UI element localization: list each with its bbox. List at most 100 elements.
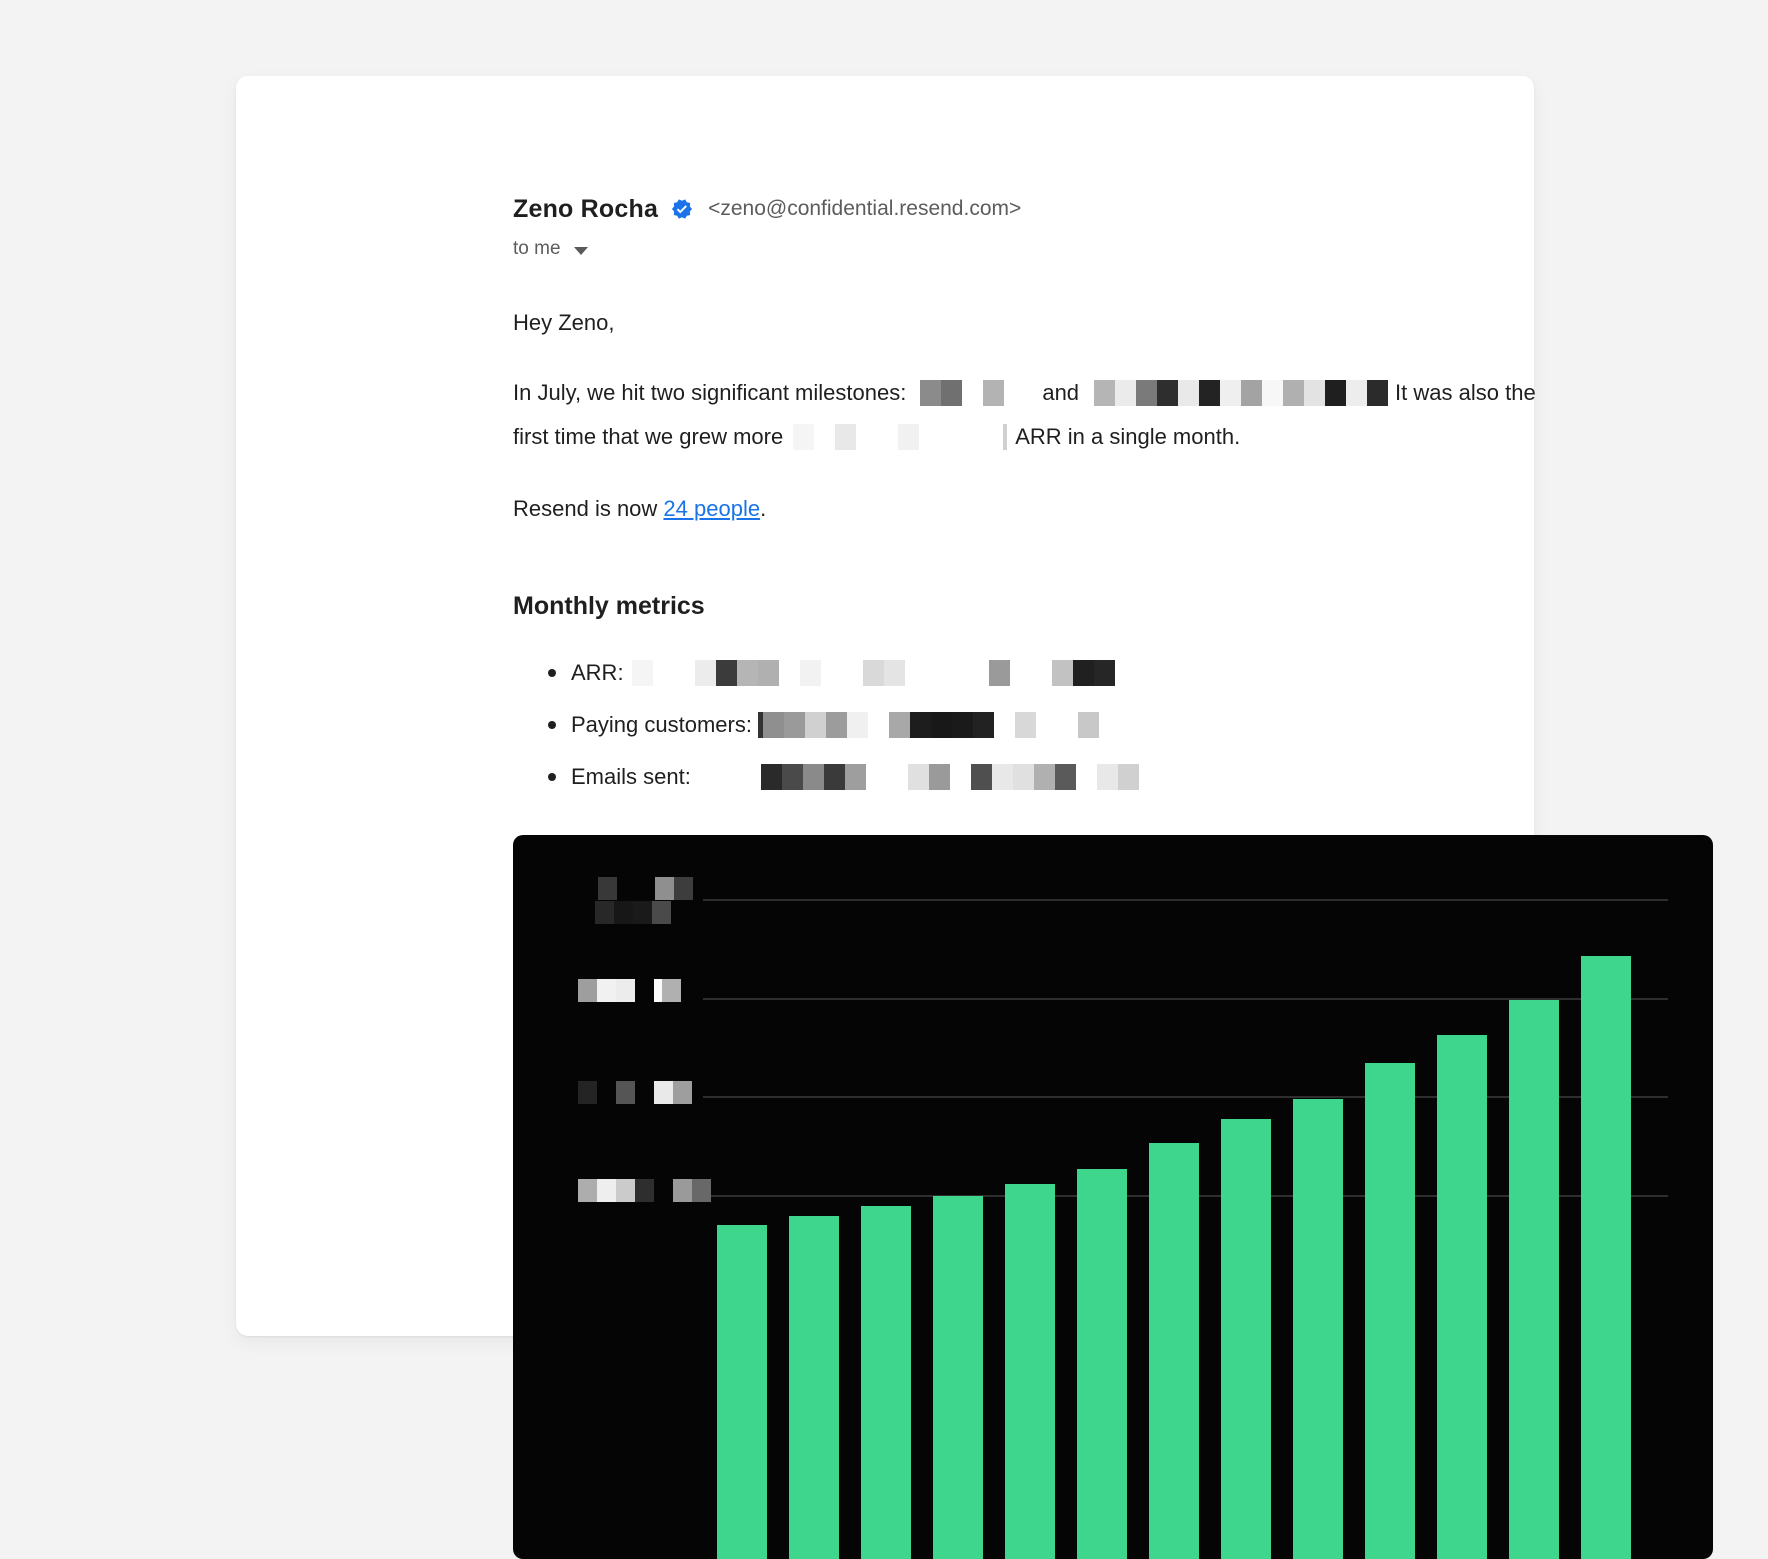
milestones-text-start: In July, we hit two significant mileston… xyxy=(513,380,906,406)
pixel-block xyxy=(973,712,994,738)
pixel-block xyxy=(1013,764,1034,790)
pixel-block xyxy=(578,1179,597,1202)
metrics-heading: Monthly metrics xyxy=(513,590,705,622)
recipient-label: to me xyxy=(513,238,561,260)
chart-gridline xyxy=(703,899,1668,901)
pixel-block xyxy=(673,1081,692,1104)
pixel-block xyxy=(941,380,962,406)
pixel-block xyxy=(910,712,931,738)
pixel-block xyxy=(1346,380,1367,406)
redacted-axis-label xyxy=(598,877,693,900)
chart-bar xyxy=(1077,1169,1127,1559)
pixel-block xyxy=(674,660,695,686)
chart-bar xyxy=(1509,1000,1559,1559)
pixel-block xyxy=(1055,764,1076,790)
pixel-block xyxy=(940,424,961,450)
bullet-label: Paying customers: xyxy=(571,712,752,738)
pixel-block xyxy=(616,1081,635,1104)
pixel-block xyxy=(782,764,803,790)
pixel-block xyxy=(1097,764,1118,790)
redacted-axis-label xyxy=(595,901,671,924)
pixel-block xyxy=(737,660,758,686)
pixel-block xyxy=(674,877,693,900)
pixel-block xyxy=(929,764,950,790)
pixel-block xyxy=(633,901,652,924)
pixel-block xyxy=(863,660,884,686)
pixel-block xyxy=(695,660,716,686)
recipient-dropdown[interactable]: to me xyxy=(513,236,588,262)
pixel-block xyxy=(652,901,671,924)
list-item-emails-sent: Emails sent: xyxy=(548,762,1139,792)
pixel-block xyxy=(994,712,1015,738)
pixel-block xyxy=(1003,424,1007,450)
pixel-block xyxy=(983,380,1004,406)
chart-bar xyxy=(717,1225,767,1559)
pixel-block xyxy=(968,660,989,686)
chart-bar xyxy=(933,1196,983,1559)
pixel-block xyxy=(578,979,597,1002)
chart-bar xyxy=(1581,956,1631,1559)
pixel-block xyxy=(826,712,847,738)
pixel-block xyxy=(1031,660,1052,686)
pixel-block xyxy=(1034,764,1055,790)
chart-bar xyxy=(861,1206,911,1559)
redacted-axis-label xyxy=(578,1179,711,1202)
pixel-block xyxy=(1241,380,1262,406)
pixel-block xyxy=(763,712,784,738)
redacted-axis-label xyxy=(578,979,681,1002)
paragraph-team-size: Resend is now 24 people. xyxy=(513,494,766,524)
pixel-block xyxy=(877,424,898,450)
pixel-block xyxy=(982,424,1003,450)
pixel-block xyxy=(887,764,908,790)
pixel-block xyxy=(868,712,889,738)
pixel-block xyxy=(655,877,674,900)
pixel-block xyxy=(805,712,826,738)
pixel-block xyxy=(1262,380,1283,406)
pixel-block xyxy=(1115,380,1136,406)
pixel-block xyxy=(616,979,635,1002)
pixel-block xyxy=(636,877,655,900)
pixel-block xyxy=(653,660,674,686)
pixel-block xyxy=(842,660,863,686)
pixel-block xyxy=(1118,764,1139,790)
pixel-block xyxy=(662,979,681,1002)
pixel-block xyxy=(779,660,800,686)
email-card: Zeno Rocha <zeno@confidential.resend.com… xyxy=(236,76,1534,1336)
pixel-block xyxy=(716,660,737,686)
pixel-block xyxy=(898,424,919,450)
pixel-block xyxy=(654,1179,673,1202)
paragraph-milestones-line1: In July, we hit two significant mileston… xyxy=(513,378,1536,408)
verified-badge-icon xyxy=(671,198,693,220)
chart-bar xyxy=(1437,1035,1487,1559)
pixel-block xyxy=(1178,380,1199,406)
pixel-block xyxy=(847,712,868,738)
chart-bar xyxy=(789,1216,839,1559)
redacted-customers-value xyxy=(758,712,1099,738)
pixel-block xyxy=(1078,712,1099,738)
pixel-block xyxy=(1094,380,1115,406)
pixel-block xyxy=(595,901,614,924)
chart-bar xyxy=(1221,1119,1271,1559)
people-link[interactable]: 24 people xyxy=(663,496,760,522)
pixel-block xyxy=(920,380,941,406)
greeting-text: Hey Zeno, xyxy=(513,308,615,338)
pixel-block xyxy=(952,712,973,738)
pixel-block xyxy=(1057,712,1078,738)
pixel-block xyxy=(692,1179,711,1202)
pixel-block xyxy=(947,660,968,686)
bullet-dot xyxy=(548,669,556,677)
pixel-block xyxy=(635,979,654,1002)
pixel-block xyxy=(1325,380,1346,406)
pixel-block xyxy=(1010,660,1031,686)
pixel-block xyxy=(884,660,905,686)
pixel-block xyxy=(1367,380,1388,406)
bullet-label: ARR: xyxy=(571,660,624,686)
pixel-block xyxy=(989,660,1010,686)
pixel-block xyxy=(654,979,662,1002)
pixel-block xyxy=(597,1179,616,1202)
pixel-block xyxy=(971,764,992,790)
pixel-block xyxy=(866,764,887,790)
bullet-label: Emails sent: xyxy=(571,764,691,790)
pixel-block xyxy=(814,424,835,450)
pixel-block xyxy=(1136,380,1157,406)
